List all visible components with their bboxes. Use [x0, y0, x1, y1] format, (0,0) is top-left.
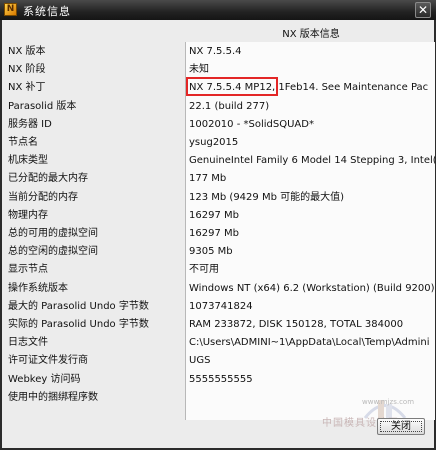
- info-label: 总的空闲的虚拟空间: [8, 246, 98, 257]
- info-label: 实际的 Parasolid Undo 字节数: [8, 319, 149, 330]
- app-icon: N: [4, 3, 17, 16]
- info-value: 1073741824: [189, 301, 253, 312]
- info-label: 服务器 ID: [8, 119, 52, 130]
- info-label: 使用中的捆绑程序数: [8, 392, 98, 403]
- watermark-url: www.mjzs.com: [362, 398, 415, 406]
- info-value: 22.1 (build 277): [189, 101, 270, 112]
- title-bar: N 系统信息 ✕: [0, 0, 436, 20]
- info-label: 日志文件: [8, 337, 48, 348]
- info-value: 9305 Mb: [189, 246, 233, 257]
- info-label: 物理内存: [8, 210, 48, 221]
- section-header: NX 版本信息: [282, 29, 340, 40]
- info-label: 当前分配的内存: [8, 192, 78, 203]
- info-value: 177 Mb: [189, 173, 227, 184]
- info-value: 1002010 - *SolidSQUAD*: [189, 119, 314, 130]
- info-label: 节点名: [8, 137, 38, 148]
- labels-column: NX 版本 NX 阶段 NX 补丁 Parasolid 版本 服务器 ID 节点名机床类型…: [2, 20, 182, 448]
- info-value: C:\Users\ADMINI~1\AppData\Local\Temp\Adm…: [189, 337, 430, 348]
- info-label: 已分配的最大内存: [8, 173, 88, 184]
- info-value: 16297 Mb: [189, 210, 239, 221]
- info-value: UGS: [189, 355, 211, 366]
- info-label: 显示节点: [8, 264, 48, 275]
- info-label: NX 补丁: [8, 82, 46, 93]
- info-value: Windows NT (x64) 6.2 (Workstation) (Buil…: [189, 283, 435, 294]
- info-value: 未知: [189, 64, 209, 75]
- info-value: 16297 Mb: [189, 228, 239, 239]
- dialog-body: NX 版本 NX 阶段 NX 补丁 Parasolid 版本 服务器 ID 节点名机床类型…: [2, 20, 435, 448]
- window-close-button[interactable]: ✕: [415, 2, 431, 18]
- info-value: RAM 233872, DISK 150128, TOTAL 384000: [189, 319, 404, 330]
- info-label: NX 阶段: [8, 64, 46, 75]
- info-value: GenuineIntel Family 6 Model 14 Stepping …: [189, 155, 435, 166]
- info-value: 不可用: [189, 264, 219, 275]
- info-label: 机床类型: [8, 155, 48, 166]
- info-value: NX 7.5.5.4: [189, 46, 242, 57]
- info-value: ysug2015: [189, 137, 239, 148]
- info-label: NX 版本: [8, 46, 46, 57]
- info-label: 总的可用的虚拟空间: [8, 228, 98, 239]
- focus-ring: [380, 421, 422, 432]
- info-label: Webkey 访问码: [8, 374, 81, 385]
- values-panel: NX 7.5.5.4 未知 NX 7.5.5.4 MP12, 1Feb14. See…: [185, 42, 435, 420]
- info-label: 许可证文件发行商: [8, 355, 88, 366]
- info-label: 操作系统版本: [8, 283, 68, 294]
- window-title: 系统信息: [23, 5, 71, 18]
- info-label: 最大的 Parasolid Undo 字节数: [8, 301, 149, 312]
- info-value: 5555555555: [189, 374, 253, 385]
- info-label: Parasolid 版本: [8, 101, 77, 112]
- info-value: 123 Mb (9429 Mb 可能的最大值): [189, 192, 345, 203]
- highlight-annotation: [186, 77, 278, 96]
